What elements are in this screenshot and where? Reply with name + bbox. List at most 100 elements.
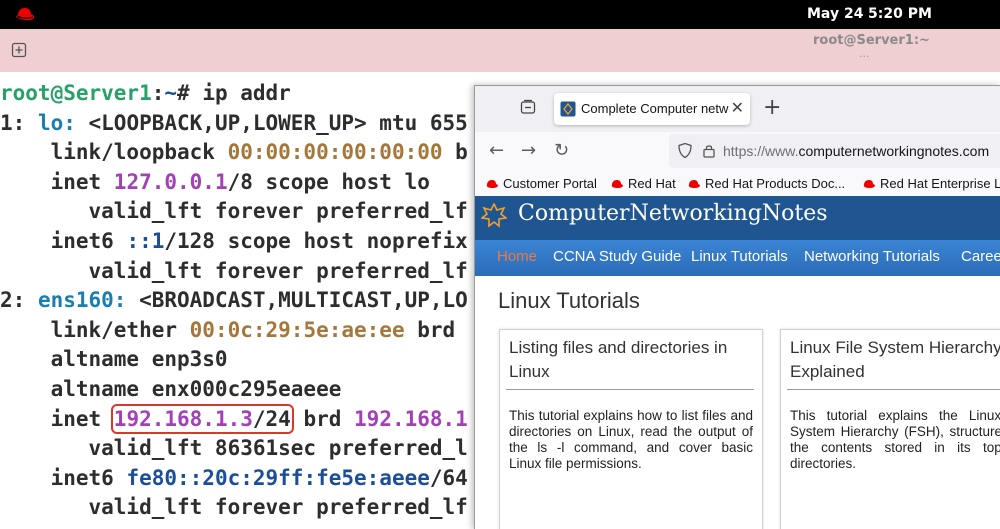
bookmark-customer-portal[interactable]: Customer Portal	[485, 176, 597, 191]
terminal-line: inet6 ::1/128 scope host noprefix	[0, 227, 468, 256]
terminal-line: link/ether 00:0c:29:5e:ae:ee brd	[0, 316, 456, 345]
bookmark-red-hat[interactable]: Red Hat	[610, 176, 676, 191]
terminal-text: valid_lft forever preferred_lf	[0, 495, 468, 520]
tutorial-card[interactable]: Linux File System Hierarchy Explained Th…	[780, 329, 1000, 529]
terminal-subtitle: ...	[859, 47, 870, 60]
clock-time[interactable]: 5:20 PM	[868, 6, 932, 22]
card-divider	[506, 389, 754, 390]
new-tab-icon[interactable]	[11, 42, 27, 58]
terminal-text: 1:	[0, 110, 38, 135]
nav-linux[interactable]: Linux Tutorials	[691, 248, 788, 265]
bookmark-rh-products-doc[interactable]: Red Hat Products Doc...	[687, 176, 845, 191]
terminal-text: /64	[429, 465, 468, 490]
browser-nav-bar: ← → ↻ https://www.computernetworkingnote…	[475, 132, 1000, 172]
bookmark-label: Customer Portal	[503, 176, 597, 191]
terminal-line: valid_lft forever preferred_lf	[0, 493, 468, 522]
terminal-text: ens160:	[37, 288, 127, 313]
terminal-line: inet6 fe80::20c:29ff:fe5e:aeee/64	[0, 464, 468, 493]
terminal-line: altname enx000c295eaeee	[0, 375, 342, 404]
bookmark-rh-enterprise[interactable]: Red Hat Enterprise L	[862, 176, 1000, 191]
site-header: ComputerNetworkingNotes	[475, 196, 1000, 240]
terminal-text: inet	[0, 169, 114, 194]
terminal-text: valid_lft 86361sec preferred_l	[0, 436, 468, 461]
terminal-text: lo:	[37, 110, 76, 135]
url-bar[interactable]: https://www.computernetworkingnotes.com	[669, 134, 1000, 168]
terminal-line: inet 192.168.1.3/24 brd 192.168.1	[0, 403, 468, 434]
redhat-logo-icon[interactable]	[14, 6, 36, 23]
url-prefix: https://www.	[723, 143, 799, 159]
terminal-text: ::1	[126, 229, 165, 253]
card-title[interactable]: Listing files and directories in Linux	[509, 336, 739, 384]
terminal-title: root@Server1:~	[813, 33, 930, 48]
terminal-text: valid_lft forever preferred_lf	[0, 199, 468, 224]
terminal-text: b	[442, 140, 468, 165]
terminal-text: /24	[252, 406, 291, 431]
redhat-icon	[688, 180, 700, 188]
bookmark-label: Red Hat Products Doc...	[705, 176, 846, 191]
tutorial-card[interactable]: Listing files and directories in Linux T…	[499, 329, 763, 529]
bookmark-label: Red Hat	[628, 176, 676, 191]
bookmark-label: Red Hat Enterprise L	[880, 176, 1000, 191]
terminal-text: link/loopback	[0, 140, 228, 165]
terminal-line: valid_lft forever preferred_lf	[0, 197, 468, 226]
card-title[interactable]: Linux File System Hierarchy Explained	[790, 336, 1000, 384]
terminal-line: valid_lft forever preferred_lf	[0, 257, 468, 286]
terminal-text: <LOOPBACK,UP,LOWER_UP> mtu 655	[75, 110, 468, 135]
terminal-text: 00:00:00:00:00:00	[227, 140, 443, 165]
terminal-line: link/loopback 00:00:00:00:00:00 b	[0, 138, 468, 167]
lock-icon[interactable]	[703, 143, 715, 158]
clock-date[interactable]: May 24	[807, 6, 863, 22]
page-body: Linux Tutorials Listing files and direct…	[475, 276, 1000, 529]
browser-window: Complete Computer netw ✕ + ← → ↻ https:/…	[474, 85, 1000, 529]
reload-icon[interactable]: ↻	[554, 140, 569, 161]
site-favicon-icon	[560, 101, 576, 117]
terminal-text: /8 scope host lo	[227, 169, 430, 194]
terminal-text: # ip addr	[177, 81, 291, 105]
forward-icon[interactable]: →	[521, 140, 536, 161]
terminal-text: 2:	[0, 288, 38, 313]
tab-close-icon[interactable]: ✕	[731, 98, 744, 117]
terminal-text: brd	[404, 317, 456, 342]
terminal-text: 192.168.1	[354, 406, 468, 431]
tab-overview-icon[interactable]	[520, 99, 536, 115]
terminal-text: :	[151, 81, 165, 105]
tracking-shield-icon[interactable]	[677, 142, 693, 159]
browser-tab[interactable]: Complete Computer netw ✕	[554, 93, 750, 125]
terminal-line: altname enp3s0	[0, 345, 228, 374]
terminal-text: <BROADCAST,MULTICAST,UP,LO	[126, 288, 468, 313]
redhat-icon	[611, 180, 623, 188]
terminal-text: altname enp3s0	[0, 347, 228, 372]
nav-careers[interactable]: Caree	[961, 248, 1000, 265]
terminal-text: inet	[0, 406, 114, 431]
back-icon[interactable]: ←	[489, 140, 504, 161]
terminal-line: valid_lft 86361sec preferred_l	[0, 434, 468, 463]
terminal-line: 1: lo: <LOOPBACK,UP,LOWER_UP> mtu 655	[0, 109, 468, 138]
browser-tab-bar: Complete Computer netw ✕ +	[475, 86, 1000, 132]
terminal-text: altname enx000c295eaeee	[0, 377, 342, 401]
highlighted-ip-address: 192.168.1.3/24	[110, 403, 294, 434]
terminal-text: inet6	[0, 465, 127, 490]
url-domain: computernetworkingnotes.com	[798, 143, 990, 159]
terminal-text: 00:0c:29:5e:ae:ee	[189, 317, 405, 342]
terminal-line: 2: ens160: <BROADCAST,MULTICAST,UP,LO	[0, 286, 468, 315]
nav-ccna[interactable]: CCNA Study Guide	[553, 248, 681, 265]
terminal-text: /128 scope host noprefix	[164, 229, 468, 253]
site-logo-icon[interactable]	[481, 203, 507, 229]
tab-title: Complete Computer netw	[581, 101, 729, 116]
redhat-icon	[486, 180, 498, 188]
nav-networking[interactable]: Networking Tutorials	[804, 248, 940, 265]
terminal-text: valid_lft forever preferred_lf	[0, 258, 468, 283]
new-tab-button[interactable]: +	[763, 97, 781, 119]
terminal-text: root@Server1	[0, 81, 152, 105]
terminal-text: ~	[164, 81, 178, 105]
redhat-icon	[863, 180, 875, 188]
page-heading: Linux Tutorials	[498, 288, 640, 313]
terminal-text: brd	[290, 406, 355, 431]
nav-home[interactable]: Home	[497, 248, 537, 265]
terminal-header: root@Server1:~ ...	[0, 29, 1000, 72]
site-name[interactable]: ComputerNetworkingNotes	[518, 201, 828, 226]
url-text[interactable]: https://www.computernetworkingnotes.com	[723, 143, 989, 159]
card-text: This tutorial explains the Linux File Sy…	[790, 408, 1000, 471]
terminal-text: fe80::20c:29ff:fe5e:aeee	[126, 465, 430, 490]
terminal-text: 192.168.1.3	[113, 406, 253, 431]
